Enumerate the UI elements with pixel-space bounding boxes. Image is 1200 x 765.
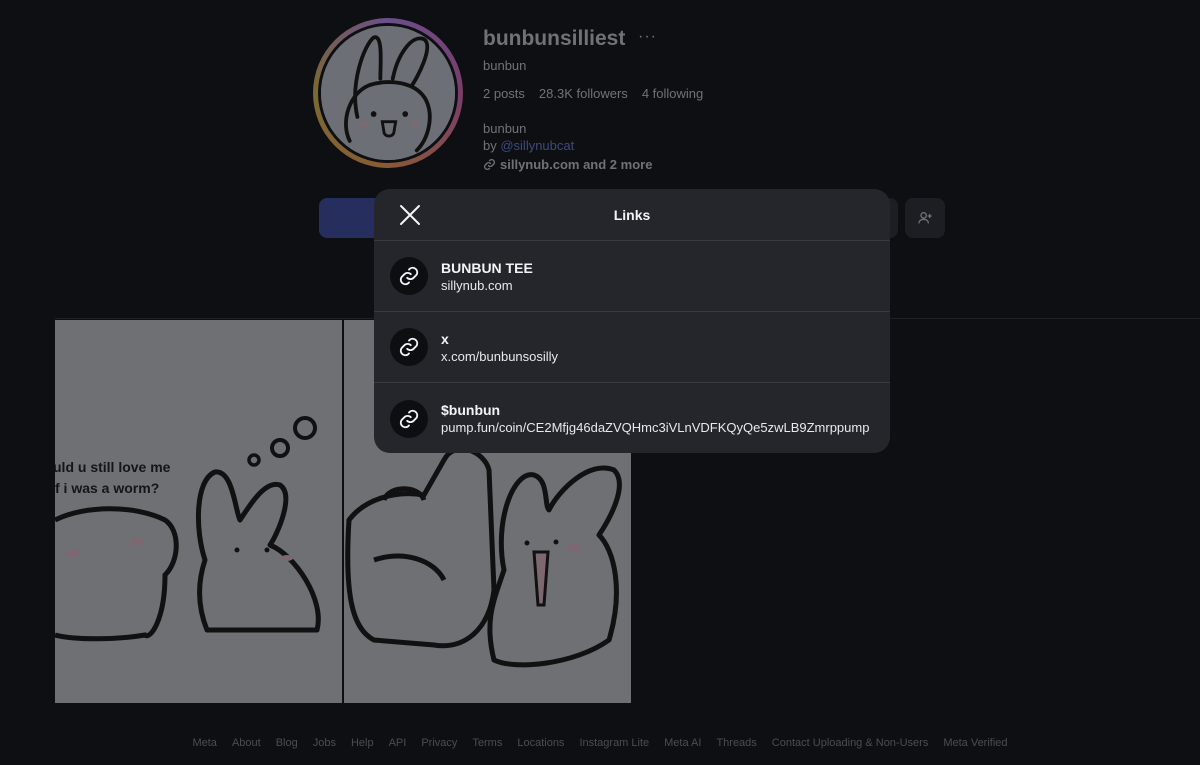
footer-link-locations[interactable]: Locations (517, 737, 564, 749)
bio-name: bunbun (483, 121, 527, 136)
footer-link-instagram-lite[interactable]: Instagram Lite (579, 737, 649, 749)
suggested-users-button[interactable] (905, 198, 945, 238)
comic-caption-line1: uld u still love me (55, 459, 171, 475)
footer-link-meta-ai[interactable]: Meta AI (664, 737, 701, 749)
link-url: pump.fun/coin/CE2Mfjg46daZVQHmc3iVLnVDFK… (441, 420, 870, 435)
bunny-avatar-drawing (321, 26, 455, 160)
bio-link-text: sillynub.com and 2 more (500, 157, 653, 172)
posts-count: 2 posts (483, 86, 525, 101)
link-url: sillynub.com (441, 277, 513, 293)
footer-link-api[interactable]: API (389, 737, 407, 749)
link-item[interactable]: BUNBUN TEE sillynub.com (374, 241, 890, 312)
followers-count[interactable]: 28.3K followers (539, 86, 628, 101)
link-icon (390, 328, 428, 366)
link-url: x.com/bunbunsosilly (441, 348, 559, 364)
add-user-icon (918, 212, 932, 224)
footer-link-privacy[interactable]: Privacy (421, 737, 457, 749)
close-button[interactable] (398, 203, 422, 227)
links-modal: Links BUNBUN TEE sillynub.com x x.com/bu… (374, 189, 890, 453)
link-item[interactable]: x x.com/bunbunsosilly (374, 312, 890, 383)
modal-title: Links (613, 206, 651, 223)
footer-link-help[interactable]: Help (351, 737, 374, 749)
footer-link-meta[interactable]: Meta (192, 737, 216, 749)
following-count[interactable]: 4 following (642, 86, 703, 101)
footer-link-meta-verified[interactable]: Meta Verified (943, 737, 1007, 749)
post-thumbnail[interactable]: uld u still love me f i was a worm? (55, 320, 342, 703)
comic-caption-line2: f i was a worm? (55, 480, 159, 496)
link-title: $bunbun (441, 402, 501, 418)
link-icon (390, 399, 428, 438)
close-icon (400, 205, 420, 225)
profile-username: bunbunsilliest (483, 27, 626, 50)
bio-by-line: by @sillynubcat (483, 138, 574, 153)
link-title: x (441, 330, 449, 347)
bio-mention-link[interactable]: @sillynubcat (500, 138, 574, 153)
post-image-worm-comic: uld u still love me f i was a worm? (55, 320, 342, 703)
bio-external-link[interactable]: sillynub.com and 2 more (483, 157, 652, 172)
site-footer: Meta About Blog Jobs Help API Privacy Te… (0, 737, 1200, 749)
link-title: BUNBUN TEE (441, 259, 533, 276)
profile-stats: 2 posts 28.3K followers 4 following (483, 86, 703, 101)
footer-link-terms[interactable]: Terms (472, 737, 502, 749)
profile-page: bunbunsilliest ··· bunbun 2 posts 28.3K … (0, 0, 1200, 765)
link-icon (390, 257, 428, 295)
modal-header: Links (374, 189, 890, 241)
link-item[interactable]: $bunbun pump.fun/coin/CE2Mfjg46daZVQHmc3… (374, 383, 890, 453)
link-icon (483, 158, 496, 171)
more-options-icon[interactable]: ··· (638, 28, 657, 46)
footer-link-blog[interactable]: Blog (276, 737, 298, 749)
footer-link-threads[interactable]: Threads (716, 737, 756, 749)
bio-by-prefix: by (483, 138, 501, 153)
footer-link-about[interactable]: About (232, 737, 261, 749)
footer-link-jobs[interactable]: Jobs (313, 737, 336, 749)
footer-link-contact-uploading[interactable]: Contact Uploading & Non-Users (772, 737, 929, 749)
profile-display-name: bunbun (483, 58, 527, 73)
profile-avatar[interactable] (313, 18, 463, 168)
